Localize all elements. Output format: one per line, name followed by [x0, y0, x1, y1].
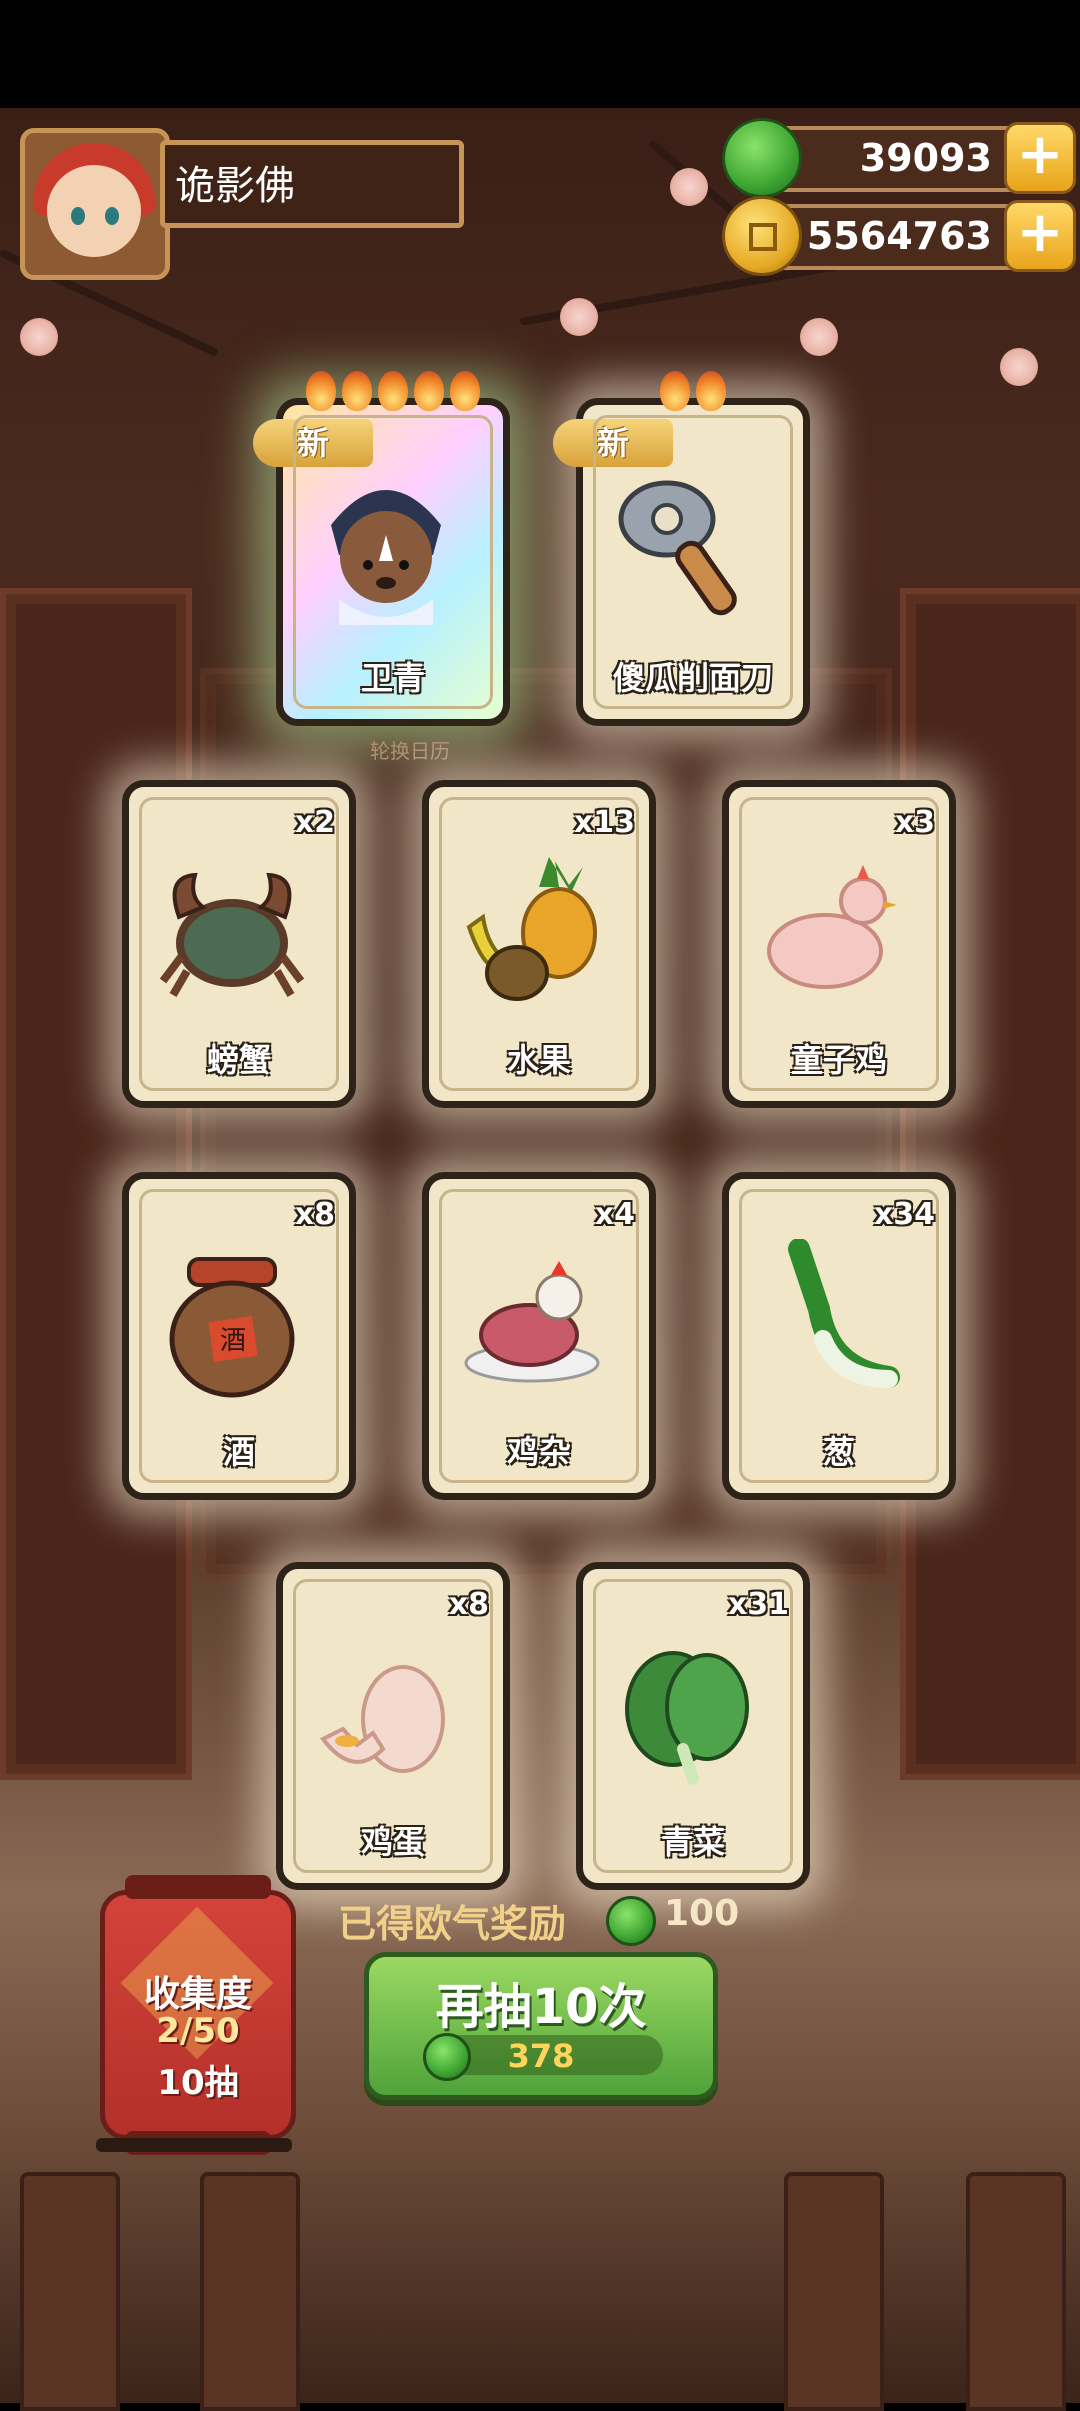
- card-item[interactable]: x3 童子鸡: [722, 780, 956, 1108]
- item-count: x4: [594, 1197, 635, 1232]
- draw-cost: 378: [507, 2037, 575, 2075]
- card-name: 鸡杂: [506, 1433, 571, 1471]
- character-portrait-icon: [331, 490, 441, 625]
- flame-icon: [414, 371, 444, 411]
- wine-jar-icon: 酒: [169, 1257, 295, 1398]
- luck-reward-label: 已得欧气奖励: [338, 1902, 567, 1946]
- collection-title: 收集度: [143, 1974, 252, 2015]
- blossom: [800, 318, 838, 356]
- card-item[interactable]: x34 葱: [722, 1172, 956, 1500]
- luck-reward-value: 100: [664, 1893, 740, 1934]
- fence-post: [966, 2172, 1066, 2411]
- rarity-flames: [283, 371, 503, 415]
- card-item[interactable]: x2 螃蟹: [122, 780, 356, 1108]
- scallion-icon: [788, 1239, 900, 1388]
- card-name: 青菜: [660, 1823, 725, 1861]
- flame-icon: [660, 371, 690, 411]
- card-name: 葱: [822, 1433, 855, 1471]
- add-jade-button[interactable]: +: [1004, 122, 1076, 194]
- card-item[interactable]: x4 鸡杂: [422, 1172, 656, 1500]
- card-item[interactable]: x13 水果: [422, 780, 656, 1108]
- avatar-eye: [71, 207, 85, 225]
- flame-icon: [342, 371, 372, 411]
- avatar-face: [47, 165, 141, 257]
- card-featured-character[interactable]: 新 卫青: [253, 371, 510, 726]
- flame-icon: [378, 371, 408, 411]
- blossom: [1000, 348, 1038, 386]
- card-name: 童子鸡: [790, 1041, 887, 1079]
- collection-draws: 10抽: [157, 2063, 239, 2103]
- blossom: [20, 318, 58, 356]
- flame-icon: [306, 371, 336, 411]
- item-count: x8: [294, 1197, 335, 1232]
- rarity-flames: [583, 371, 803, 415]
- collection-progress: 2/50: [156, 2011, 240, 2051]
- item-count: x8: [448, 1587, 489, 1622]
- fence-post: [20, 2172, 120, 2411]
- fence-post: [200, 2172, 300, 2411]
- fruit-icon: [466, 857, 597, 1001]
- blossom: [560, 298, 598, 336]
- player-name: 诡影佛: [175, 163, 295, 209]
- jade-icon: [722, 118, 802, 198]
- jade-resource-bar: 39093 +: [722, 118, 1076, 198]
- item-count: x2: [294, 805, 335, 840]
- rotation-calendar-caption: 轮换日历: [370, 739, 450, 763]
- svg-text:酒: 酒: [220, 1326, 246, 1356]
- avatar-eye: [105, 207, 119, 225]
- fence-post: [784, 2172, 884, 2411]
- card-name: 酒: [222, 1433, 255, 1471]
- jade-amount: 39093: [859, 136, 992, 180]
- blossom: [670, 168, 708, 206]
- player-avatar[interactable]: [20, 128, 170, 280]
- greens-icon: [625, 1651, 749, 1785]
- add-coins-button[interactable]: +: [1004, 200, 1076, 272]
- egg-icon: [319, 1665, 445, 1773]
- card-item[interactable]: x8 鸡蛋: [276, 1562, 510, 1890]
- coin-resource-bar: 5564763 +: [722, 196, 1076, 276]
- player-name-plate: 诡影佛: [160, 140, 464, 228]
- item-count: x13: [573, 805, 635, 840]
- card-name: 鸡蛋: [360, 1823, 425, 1861]
- coin-amount: 5564763: [806, 214, 992, 258]
- card-name: 傻瓜削面刀: [612, 659, 773, 697]
- lantern-cap: [125, 1875, 271, 1899]
- coin-icon: [722, 196, 802, 276]
- flame-icon: [450, 371, 480, 411]
- draw-again-label: 再抽10次: [435, 1979, 647, 2035]
- chicken-icon: [767, 865, 897, 989]
- card-item[interactable]: x31 青菜: [576, 1562, 810, 1890]
- item-count: x34: [873, 1197, 935, 1232]
- item-count: x3: [894, 805, 935, 840]
- card-item[interactable]: x8 酒 酒: [122, 1172, 356, 1500]
- jade-icon: [606, 1896, 656, 1946]
- item-count: x31: [727, 1587, 789, 1622]
- noodle-knife-icon: [618, 480, 737, 616]
- card-featured-item[interactable]: 新 傻瓜削面刀: [553, 371, 810, 726]
- collection-lantern-button[interactable]: 收集度 2/50 10抽: [100, 1875, 296, 2155]
- draw-again-button[interactable]: 再抽10次 378: [364, 1952, 718, 2100]
- lantern-stand: [96, 2138, 292, 2152]
- crab-icon: [159, 872, 305, 998]
- card-name: 卫青: [360, 659, 425, 697]
- card-name: 螃蟹: [206, 1041, 271, 1079]
- chicken-giblets-icon: [464, 1261, 600, 1383]
- card-name: 水果: [506, 1041, 571, 1079]
- flame-icon: [696, 371, 726, 411]
